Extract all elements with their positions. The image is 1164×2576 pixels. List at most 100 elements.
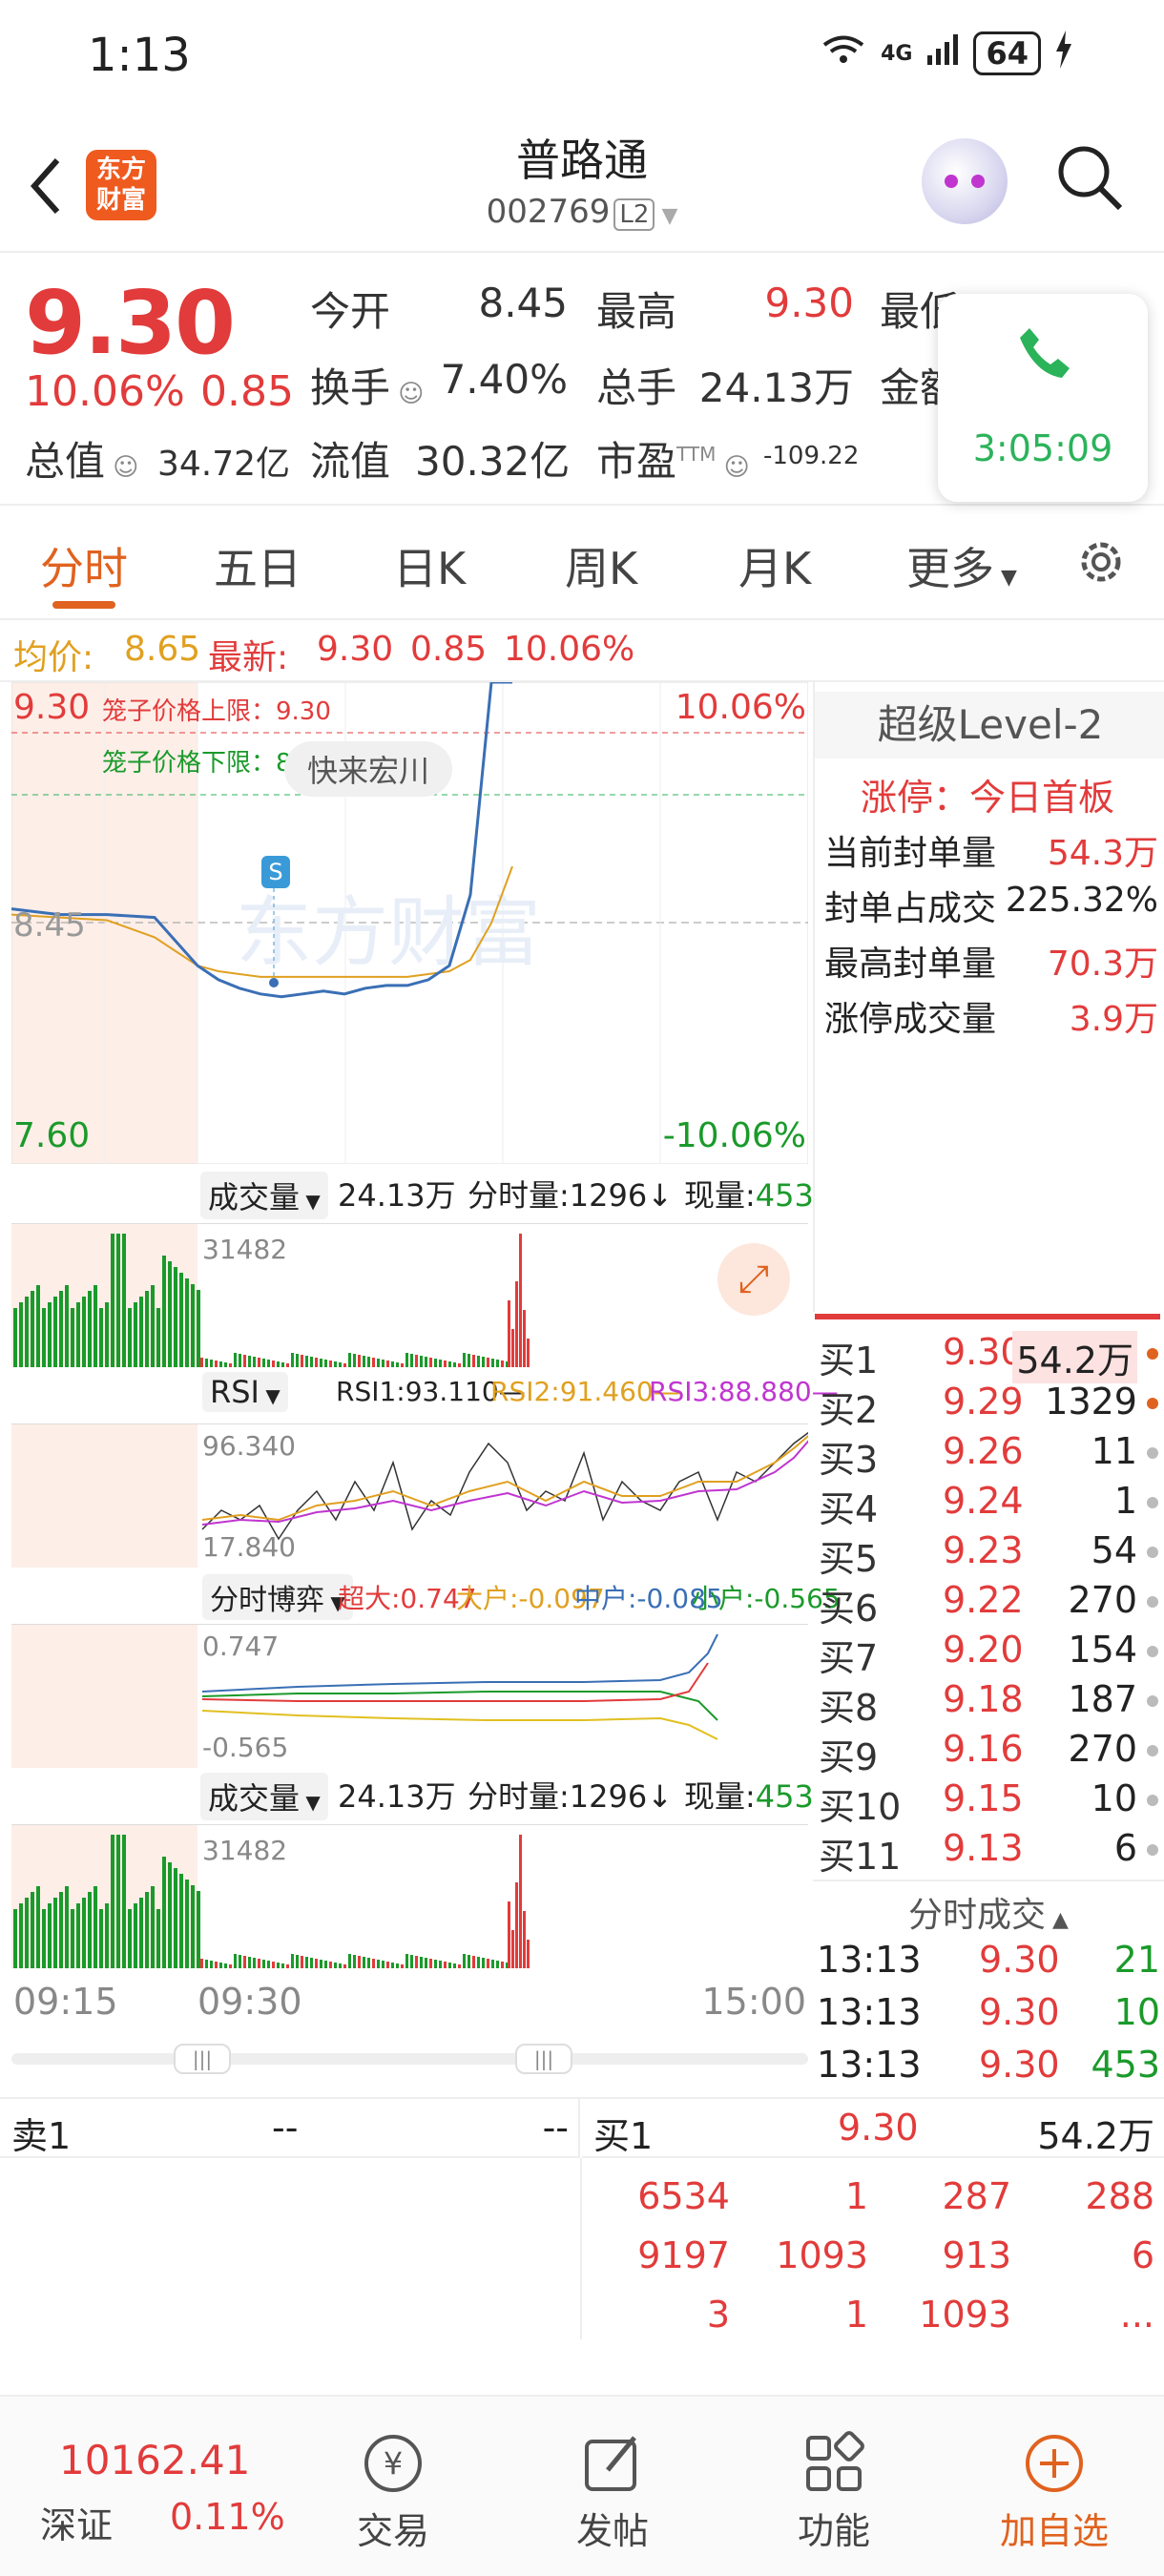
- time-start: 09:15: [13, 1981, 118, 2023]
- level2-panel: 超级Level-2 涨停：今日首板 当前封单量 54.3万封单占成交 225.32%…: [813, 682, 1164, 1319]
- trades-title[interactable]: 分时成交 ▲: [813, 1887, 1164, 1937]
- order-row[interactable]: 买6 9.22 270: [819, 1579, 1158, 1630]
- avg-value: 8.65: [124, 630, 201, 669]
- volume-indicator-select-2[interactable]: 成交量 ▼: [200, 1773, 328, 1820]
- tab-monthly-k[interactable]: 月K: [738, 534, 811, 597]
- latest-pct: 10.06%: [504, 630, 635, 669]
- volume-chart-2[interactable]: 31482: [11, 1824, 808, 1968]
- svg-text:¥: ¥: [384, 2445, 403, 2482]
- order-row[interactable]: 买1 9.30 54.2万: [819, 1331, 1158, 1383]
- index-value[interactable]: 10162.41: [59, 2437, 250, 2483]
- turnover-label: 换手 ☺: [310, 364, 425, 411]
- level2-stat-row: 当前封单量 54.3万: [824, 834, 1158, 873]
- nav-post[interactable]: 发帖: [546, 2425, 679, 2554]
- order-row[interactable]: 买8 9.18 187: [819, 1678, 1158, 1729]
- order-row[interactable]: 买4 9.24 1: [819, 1480, 1158, 1530]
- level2-stat-row: 封单占成交 225.32%: [824, 881, 1158, 928]
- volume-indicator-select[interactable]: 成交量 ▼: [200, 1172, 328, 1219]
- order-row[interactable]: 买5 9.23 54: [819, 1529, 1158, 1580]
- nav-bar: 东方 财富 普路通 002769 L2 ▼: [0, 114, 1164, 253]
- nav-trade[interactable]: ¥ 交易: [326, 2425, 460, 2554]
- watermark: 东方财富: [236, 888, 541, 977]
- promo-tag[interactable]: 快来宏川: [284, 741, 453, 797]
- chart-bottom-pct: -10.06%: [662, 1116, 806, 1155]
- bob-chart[interactable]: 0.747 -0.565: [11, 1624, 808, 1768]
- rsi-max: 96.340: [202, 1430, 296, 1462]
- limit-up-status: 涨停：今日首板: [861, 777, 1115, 819]
- scroll-handle-left[interactable]: |||: [174, 2044, 231, 2074]
- buy1-qty: 54.2万: [1037, 2115, 1154, 2157]
- order-row[interactable]: 买3 9.26 11: [819, 1430, 1158, 1481]
- level2-stat-row: 涨停成交量 3.9万: [824, 1000, 1158, 1039]
- depth-cell: 1093: [776, 2234, 868, 2276]
- level2-stat-row: 最高封单量 70.3万: [824, 945, 1158, 984]
- settings-gear-icon[interactable]: [1073, 534, 1129, 593]
- high-value: 9.30: [764, 280, 854, 326]
- order-row[interactable]: 买2 9.29 1329: [819, 1381, 1158, 1431]
- tab-five-day[interactable]: 五日: [214, 534, 301, 597]
- scroll-handle-right[interactable]: |||: [515, 2044, 572, 2074]
- call-duration: 3:05:09: [972, 427, 1113, 469]
- dropdown-icon: ▼: [655, 204, 678, 228]
- order-row[interactable]: 买9 9.16 270: [819, 1728, 1158, 1778]
- chart-tabs: 分时 五日 日K 周K 月K 更多 ▼: [0, 506, 1164, 620]
- active-tab-indicator: [52, 601, 115, 609]
- bottom-nav: 10162.41 深证 0.11% ¥ 交易 发帖 功能 加自选: [0, 2395, 1164, 2576]
- sell1-qty: --: [542, 2107, 569, 2149]
- index-pct[interactable]: 0.11%: [170, 2496, 285, 2538]
- call-float-widget[interactable]: 3:05:09: [938, 294, 1148, 502]
- open-value: 8.45: [478, 280, 568, 326]
- avg-price-line: 均价: 8.65 最新: 9.30 0.85 10.06%: [0, 620, 1164, 682]
- depth-cell: 287: [942, 2175, 1011, 2217]
- order-row[interactable]: 买11 9.13 6: [819, 1827, 1158, 1878]
- intraday-chart[interactable]: 东方财富 9.30 笼子价格上限：9.30 笼子价格下限：8.11 10.06%…: [10, 680, 809, 1165]
- s-signal-marker[interactable]: S: [261, 856, 290, 888]
- time-scrollbar[interactable]: [11, 2053, 808, 2065]
- depth-cell: 288: [1085, 2175, 1154, 2217]
- status-bar: 1:13 4G 64: [0, 0, 1164, 114]
- depth-cell: 1: [844, 2175, 868, 2217]
- depth-cell: ...: [1119, 2294, 1154, 2336]
- search-icon[interactable]: [1055, 143, 1124, 212]
- sell1-label: 卖1: [11, 2115, 72, 2157]
- chart-top-pct: 10.06%: [675, 688, 806, 727]
- bob-indicator-select[interactable]: 分时博弈 ▼: [202, 1574, 353, 1620]
- level2-title[interactable]: 超级Level-2: [815, 692, 1164, 758]
- chart-top-price: 9.30: [13, 688, 91, 727]
- phone-icon: [1016, 324, 1073, 396]
- bob-min: -0.565: [202, 1732, 289, 1763]
- signal-icon: [925, 32, 960, 74]
- expand-icon[interactable]: ⤢: [717, 1243, 790, 1316]
- rsi-indicator-select[interactable]: RSI ▼: [202, 1372, 288, 1412]
- network-type: 4G: [881, 41, 913, 66]
- nav-add-watchlist[interactable]: 加自选: [987, 2425, 1121, 2554]
- tab-more[interactable]: 更多 ▼: [906, 534, 1017, 597]
- index-name[interactable]: 深证: [40, 2496, 113, 2548]
- rsi-chart[interactable]: 96.340 17.840: [11, 1423, 814, 1568]
- volume-label: 总手: [596, 364, 677, 411]
- time-close: 15:00: [701, 1981, 806, 2023]
- pe-label: 市盈TTM ☺: [596, 438, 750, 485]
- tab-daily-k[interactable]: 日K: [393, 534, 466, 597]
- mktcap-label: 总值 ☺: [25, 438, 139, 485]
- nav-functions[interactable]: 功能: [767, 2425, 901, 2554]
- level-tag: L2: [613, 198, 655, 231]
- wifi-icon: [820, 31, 867, 76]
- plus-circle-icon: [987, 2425, 1121, 2502]
- trade-ticks: 分时成交 ▲ 13:13 9.30 21 13:13 9.30 10 13:13 9.30 45…: [813, 1880, 1164, 2099]
- time-open: 09:30: [197, 1981, 302, 2023]
- grid-icon: [767, 2425, 901, 2502]
- order-row[interactable]: 买7 9.20 154: [819, 1629, 1158, 1679]
- tab-weekly-k[interactable]: 周K: [565, 534, 637, 597]
- latest-change: 0.85: [410, 630, 488, 669]
- assistant-avatar[interactable]: [922, 138, 1008, 224]
- change-pct: 10.06%: [25, 367, 185, 416]
- battery-level: 64: [973, 31, 1041, 75]
- order-row[interactable]: 买10 9.15 10: [819, 1777, 1158, 1828]
- volume-chart-1[interactable]: 31482 ⤢: [11, 1223, 808, 1367]
- pe-value: -109.22: [763, 442, 860, 470]
- volume-max: 31482: [202, 1234, 288, 1265]
- edit-icon: [546, 2425, 679, 2502]
- tab-intraday[interactable]: 分时: [40, 534, 128, 597]
- high-label: 最高: [596, 288, 677, 335]
